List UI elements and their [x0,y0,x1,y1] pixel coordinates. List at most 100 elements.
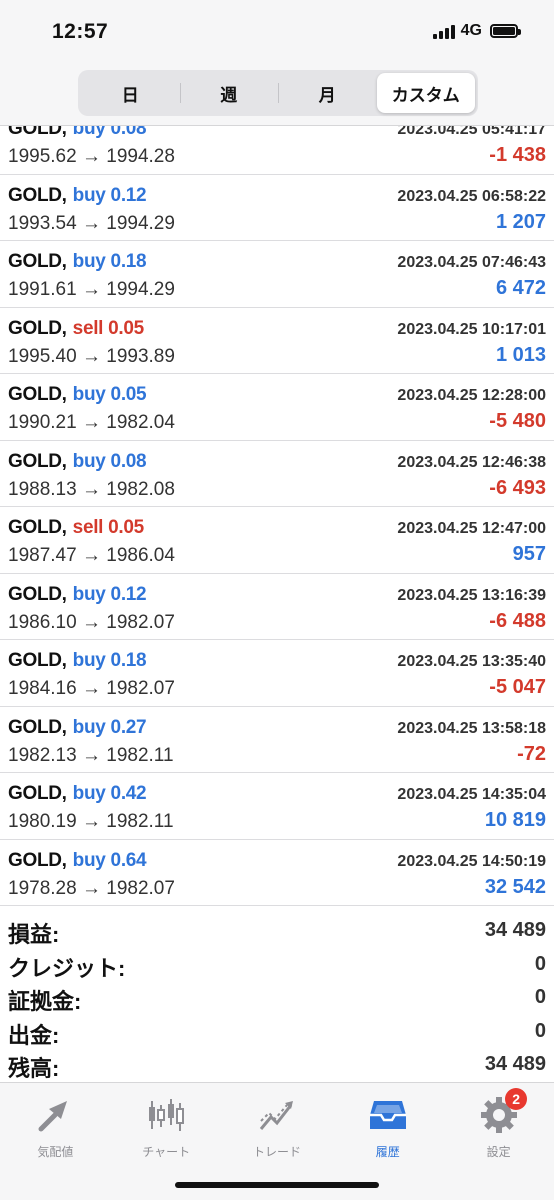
open-price: 1995.40 [8,345,77,367]
trade-volume: 0.12 [110,184,147,206]
close-price: 1982.11 [106,744,174,766]
trade-datetime: 2023.04.25 12:46:38 [397,453,546,471]
segment-week[interactable]: 週 [179,73,279,113]
trade-direction: sell 0.05 [73,318,145,339]
open-price: 1991.61 [8,279,77,300]
summary-row-balance: 残高: 34 489 [0,1048,554,1082]
trade-profit: 957 [512,543,546,565]
open-price: 1993.54 [8,212,77,234]
trade-row[interactable]: GOLD, buy 0.18 2023.04.25 07:46:43 1991.61 … [0,241,554,308]
trade-prices: 1978.28 → 1982.07 [8,878,175,900]
open-price: 1986.10 [8,611,77,633]
summary-row-withdrawal: 出金: 0 [0,1015,554,1049]
trade-row[interactable]: GOLD, buy 0.08 2023.04.25 12:46:38 1988.13 … [0,441,554,507]
trade-side: buy [72,251,106,272]
trade-prices: 1990.21 → 1982.04 [8,412,175,434]
summary-label: クレジット: [8,955,126,981]
open-price: 1978.28 [8,877,77,899]
trade-side: buy [72,384,106,405]
trade-prices: 1987.47 → 1986.04 [8,545,175,567]
trade-datetime: 2023.04.25 13:35:40 [397,653,546,670]
trade-symbol: GOLD, [8,317,67,339]
notification-badge: 2 [505,1088,528,1110]
trade-profit: 1 207 [495,210,546,233]
segment-month[interactable]: 月 [278,73,377,113]
trade-prices: 1995.40 → 1993.89 [8,346,175,368]
trade-row[interactable]: GOLD, buy 0.05 2023.04.25 12:28:00 1990.21 … [0,374,554,441]
trade-prices: 1991.61 → 1994.29 [8,279,175,301]
open-price: 1987.47 [8,545,77,566]
trade-profit: -5 047 [489,676,546,698]
trade-row[interactable]: GOLD, buy 0.12 2023.04.25 13:16:39 1986.10 … [0,574,554,640]
trade-datetime: 2023.04.25 14:35:04 [397,786,546,803]
arrow-icon: → [81,212,101,234]
arrow-icon: → [81,345,101,367]
trade-prices: 1986.10 → 1982.07 [8,612,175,634]
trade-row[interactable]: GOLD, buy 0.12 2023.04.25 06:58:22 1993.54 … [0,175,554,241]
trade-symbol: GOLD, [8,184,67,206]
trade-row[interactable]: GOLD, buy 0.64 2023.04.25 14:50:19 1978.28 … [0,840,554,906]
cellular-signal-icon [432,24,455,39]
trade-prices: 1993.54 → 1994.29 [8,213,175,235]
segment-custom[interactable]: カスタム [376,73,475,113]
trade-row[interactable]: GOLD, sell 0.05 2023.04.25 12:47:00 1987.47… [0,507,554,574]
trade-direction: buy 0.18 [73,650,147,671]
trade-side: buy [72,650,106,671]
trade-side: buy [72,184,106,206]
trade-direction: buy 0.64 [73,850,147,871]
open-price: 1980.19 [8,811,77,832]
trade-symbol: GOLD, [8,384,67,405]
close-price: 1993.89 [106,345,175,367]
top-header: 12:57 4G 日 週 月 カスタム [0,0,554,126]
trade-row[interactable]: GOLD, sell 0.05 2023.04.25 10:17:01 1995.40… [0,308,554,374]
tab-settings[interactable]: 2 設定 [443,1083,554,1200]
trade-direction: buy 0.12 [73,185,147,206]
trade-symbol: GOLD, [8,849,67,871]
summary-row-deposit: 証拠金: 0 [0,981,554,1015]
trade-prices: 1980.19 → 1982.11 [8,811,174,833]
trade-datetime: 2023.04.25 06:58:22 [397,187,546,205]
tab-label: チャート [142,1145,191,1159]
trade-row[interactable]: GOLD, buy 0.27 2023.04.25 13:58:18 1982.13 … [0,707,554,773]
trade-symbol-line: GOLD, buy 0.27 [8,716,147,739]
trade-datetime: 2023.04.25 12:28:00 [397,387,546,404]
trade-symbol-line: GOLD, buy 0.42 [8,783,147,805]
status-time: 12:57 [52,20,109,43]
segment-day[interactable]: 日 [81,73,180,113]
trade-datetime: 2023.04.25 10:17:01 [397,320,546,338]
trade-symbol-line: GOLD, buy 0.64 [8,849,147,872]
quotes-icon [38,1101,68,1132]
trade-prices: 1982.13 → 1982.11 [8,745,174,767]
trade-profit: -6 488 [489,609,546,632]
trade-profit: 1 013 [495,343,546,366]
trade-profit: 6 472 [495,277,546,299]
open-price: 1984.16 [8,678,77,699]
trade-symbol: GOLD, [8,783,67,804]
tab-label: 履歴 [375,1145,400,1159]
trade-symbol: GOLD, [8,716,67,738]
bottom-tab-bar: 気配値 チャート トレード 履歴 2 設定 [0,1082,554,1200]
open-price: 1982.13 [8,744,77,766]
trade-direction: buy 0.27 [73,717,147,738]
summary-row-profit: 損益: 34 489 [0,914,554,948]
status-indicators: 4G [432,22,521,40]
trade-volume: 0.18 [110,650,147,671]
trade-symbol-line: GOLD, buy 0.08 [8,451,147,473]
trade-row[interactable]: GOLD, buy 0.42 2023.04.25 14:35:04 1980.19 … [0,773,554,840]
trade-direction: sell 0.05 [73,517,145,538]
trade-row[interactable]: GOLD, buy 0.18 2023.04.25 13:35:40 1984.16 … [0,640,554,707]
home-indicator[interactable] [175,1182,379,1188]
trade-direction: buy 0.42 [73,783,147,804]
trade-datetime: 2023.04.25 13:16:39 [397,586,546,604]
tab-label: 気配値 [37,1145,74,1159]
tab-label: 設定 [486,1145,511,1159]
close-price: 1982.08 [106,478,175,500]
arrow-icon: → [81,744,101,766]
tab-quotes[interactable]: 気配値 [0,1083,111,1200]
trade-symbol: GOLD, [8,650,67,671]
summary-label: 出金: [8,1022,60,1048]
trade-symbol-line: GOLD, buy 0.12 [8,184,147,207]
arrow-icon: → [81,811,101,832]
trade-side: buy [72,783,106,804]
trade-volume: 0.05 [110,384,147,405]
